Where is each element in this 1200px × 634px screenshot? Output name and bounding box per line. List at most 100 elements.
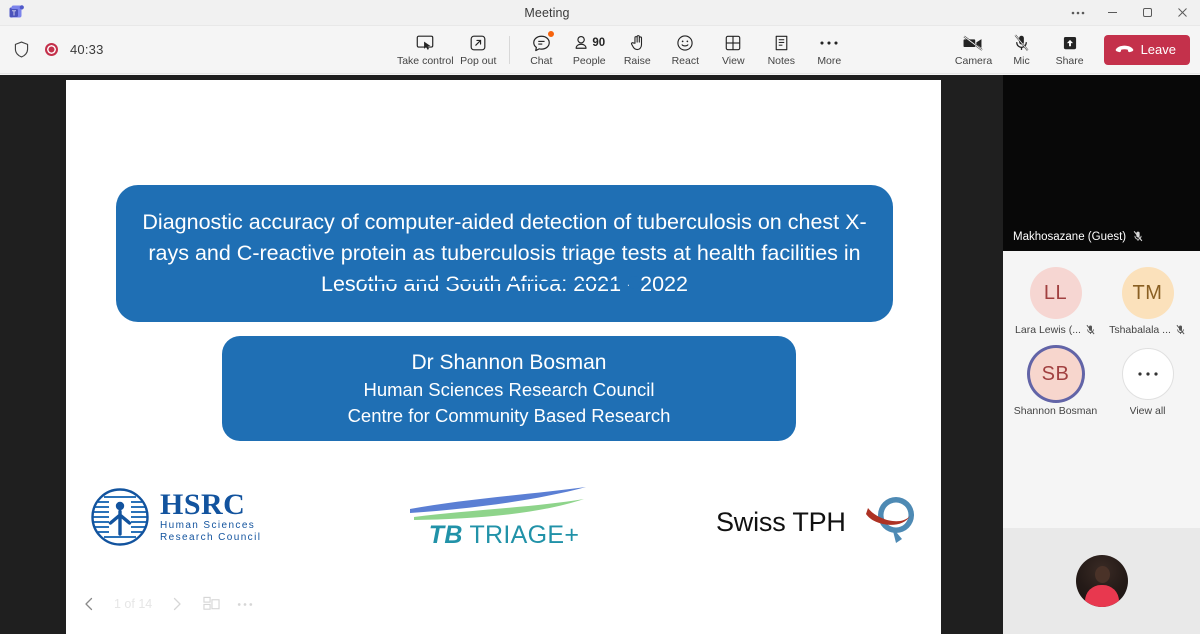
avatar-initials: TM	[1132, 281, 1163, 304]
window-title-bar: T Meeting	[0, 0, 1200, 26]
author-unit: Centre for Community Based Research	[347, 404, 671, 426]
window-maximize-button[interactable]	[1130, 0, 1165, 26]
participant-name: Tshabalala ...	[1109, 324, 1171, 336]
leave-label: Leave	[1140, 42, 1176, 57]
author-name: Dr Shannon Bosman	[411, 350, 607, 374]
view-all-name-row: View all	[1130, 405, 1166, 417]
window-title: Meeting	[524, 5, 570, 20]
window-controls	[1060, 0, 1200, 26]
teams-app-logo: T	[0, 4, 34, 21]
more-ellipsis-icon	[238, 602, 253, 606]
mic-label: Mic	[1013, 55, 1030, 67]
window-close-button[interactable]	[1165, 0, 1200, 26]
people-button[interactable]: 90 People	[565, 27, 613, 73]
react-smiley-icon	[675, 32, 695, 54]
participant-tile[interactable]: SB Shannon Bosman	[1010, 348, 1102, 417]
react-label: React	[671, 55, 699, 67]
chat-unread-badge	[546, 30, 555, 38]
participant-tile[interactable]: LL Lara Lewis (...	[1010, 267, 1102, 336]
avatar: SB	[1029, 348, 1082, 400]
toolbar-divider	[509, 35, 511, 64]
hsrc-emblem-icon	[91, 488, 149, 546]
previous-slide-button[interactable]	[74, 589, 104, 619]
hang-up-icon	[1115, 44, 1134, 55]
timeline-dot	[628, 276, 641, 289]
more-button[interactable]: More	[805, 27, 853, 73]
slide-thumbnails-button[interactable]	[196, 589, 226, 619]
raise-hand-label: Raise	[623, 55, 651, 67]
author-organization: Human Sciences Research Council	[363, 378, 655, 400]
next-slide-button[interactable]	[162, 589, 192, 619]
shield-icon[interactable]	[12, 40, 32, 60]
self-video-tile[interactable]	[1003, 528, 1200, 634]
call-controls: Camera Mic Share Leave	[950, 27, 1200, 73]
teams-meeting-window: T Meeting 40:33 Take control Pop out Cha…	[0, 0, 1200, 634]
mic-off-icon	[1132, 230, 1144, 243]
tb-triage-logo: TB TRIAGE+	[404, 485, 604, 549]
camera-off-icon	[962, 32, 985, 54]
slide-logo-row: HSRC Human Sciences Research Council TB …	[66, 475, 941, 585]
people-count: 90	[592, 37, 606, 49]
tb-triage-rest: TRIAGE+	[462, 521, 580, 549]
people-icon: 90	[573, 32, 605, 54]
slide-page-indicator: 1 of 14	[114, 597, 153, 611]
swiss-tph-logo: Swiss TPH	[716, 491, 914, 553]
slide-timeline-graphic	[363, 275, 641, 289]
participant-name-row: Lara Lewis (...	[1015, 324, 1096, 336]
raise-hand-icon	[628, 32, 647, 54]
pop-out-label: Pop out	[460, 55, 497, 67]
view-all-tile[interactable]: View all	[1102, 348, 1194, 417]
more-label: More	[817, 55, 842, 67]
more-ellipsis-icon	[819, 32, 839, 54]
main-video-name-row: Makhosazane (Guest)	[1013, 230, 1144, 243]
mic-off-icon	[1085, 324, 1096, 336]
notes-label: Notes	[767, 55, 795, 67]
main-video-tile[interactable]: Makhosazane (Guest)	[1003, 75, 1200, 251]
view-button[interactable]: View	[709, 27, 757, 73]
notes-button[interactable]: Notes	[757, 27, 805, 73]
participants-rail: Makhosazane (Guest) LL Lara Lewis (... T…	[1003, 75, 1200, 634]
view-grid-icon	[723, 32, 743, 54]
take-control-button[interactable]: Take control	[396, 27, 454, 73]
chat-icon	[531, 30, 555, 54]
view-all-button[interactable]	[1121, 348, 1174, 400]
window-more-button[interactable]	[1060, 0, 1095, 26]
camera-toggle-button[interactable]: Camera	[950, 27, 998, 73]
view-label: View	[721, 55, 745, 67]
avatar-initials: LL	[1043, 281, 1068, 304]
hsrc-line2: Research Council	[160, 532, 262, 543]
participant-name: Shannon Bosman	[1013, 405, 1098, 417]
raise-hand-button[interactable]: Raise	[613, 27, 661, 73]
participant-tile[interactable]: TM Tshabalala ...	[1102, 267, 1194, 336]
window-minimize-button[interactable]	[1095, 0, 1130, 26]
tb-triage-bold: TB	[428, 521, 463, 549]
more-ellipsis-icon	[1137, 371, 1159, 377]
slide-more-button[interactable]	[230, 589, 260, 619]
slide-author-box: Dr Shannon Bosman Human Sciences Researc…	[222, 336, 796, 441]
slide-thumbnails-icon	[203, 596, 220, 610]
avatar-initials: SB	[1041, 362, 1070, 385]
meeting-command-bar: 40:33 Take control Pop out Chat 90 Peopl…	[0, 26, 1200, 74]
pop-out-button[interactable]: Pop out	[454, 27, 502, 73]
notes-icon	[772, 32, 791, 54]
self-avatar-photo	[1075, 555, 1128, 607]
hsrc-logo: HSRC Human Sciences Research Council	[88, 485, 261, 549]
react-button[interactable]: React	[661, 27, 709, 73]
pop-out-icon	[468, 32, 488, 54]
mic-toggle-button[interactable]: Mic	[998, 27, 1046, 73]
hsrc-acronym: HSRC	[160, 488, 246, 521]
leave-button[interactable]: Leave	[1103, 34, 1190, 65]
recording-indicator-icon	[42, 41, 60, 59]
view-all-label: View all	[1129, 405, 1166, 417]
tb-triage-swoosh-icon	[410, 487, 586, 520]
people-label: People	[572, 55, 606, 67]
command-bar-actions: Take control Pop out Chat 90 People Rais…	[300, 27, 950, 73]
swiss-tph-globe-icon	[865, 497, 914, 543]
shared-slide[interactable]: Diagnostic accuracy of computer-aided de…	[66, 80, 941, 634]
take-control-label: Take control	[396, 55, 454, 67]
avatar: TM	[1121, 267, 1174, 319]
share-button[interactable]: Share	[1046, 27, 1094, 73]
share-label: Share	[1055, 55, 1084, 67]
chat-button[interactable]: Chat	[517, 27, 565, 73]
chat-label: Chat	[530, 55, 553, 67]
